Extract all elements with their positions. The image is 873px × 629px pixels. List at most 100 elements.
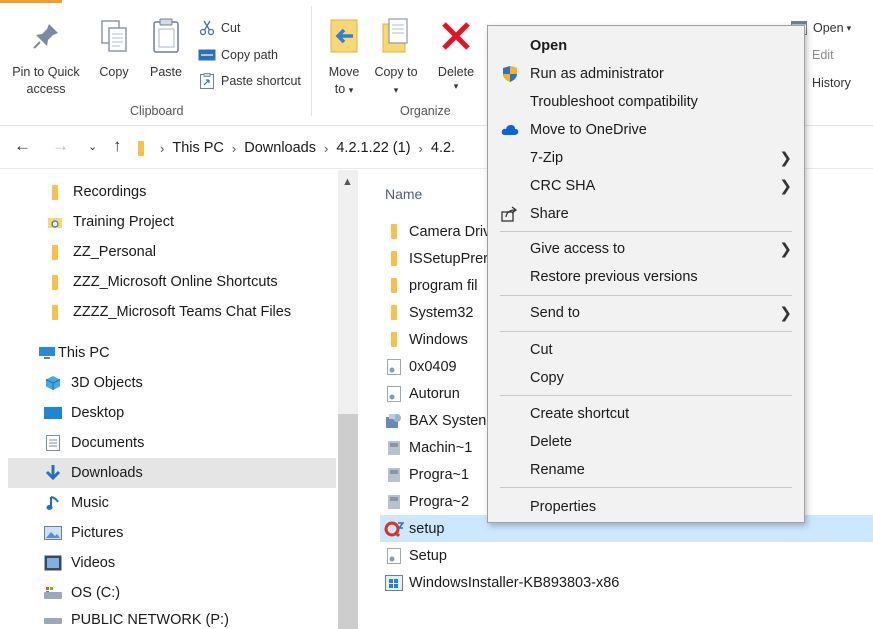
share-icon bbox=[500, 204, 520, 224]
menu-item-crc-sha[interactable]: CRC SHA ❯ bbox=[488, 172, 804, 200]
menu-item-label: Send to bbox=[530, 305, 580, 321]
forward-arrow-icon[interactable]: → bbox=[52, 136, 69, 156]
menu-separator bbox=[500, 487, 792, 488]
nav-item-teams-chat-files[interactable]: ZZZZ_Microsoft Teams Chat Files bbox=[8, 297, 336, 327]
paste-shortcut-button[interactable]: Paste shortcut bbox=[198, 70, 301, 92]
this-pc-icon bbox=[38, 344, 56, 362]
copy-button[interactable]: Copy bbox=[94, 14, 134, 81]
menu-item-restore-previous[interactable]: Restore previous versions bbox=[488, 263, 804, 291]
submenu-arrow-icon: ❯ bbox=[779, 150, 792, 167]
nav-scrollbar[interactable]: ▲ bbox=[338, 170, 358, 629]
folder-icon bbox=[384, 223, 404, 241]
group-divider bbox=[311, 6, 312, 116]
settings-file-icon bbox=[384, 358, 404, 376]
nav-item-pictures[interactable]: Pictures bbox=[8, 518, 336, 548]
menu-item-label: Properties bbox=[530, 499, 597, 515]
breadcrumb-this-pc[interactable]: This PC bbox=[172, 140, 224, 156]
nav-item-downloads[interactable]: Downloads bbox=[8, 458, 336, 488]
menu-item-create-shortcut[interactable]: Create shortcut bbox=[488, 400, 804, 428]
nav-item-os-drive[interactable]: OS (C:) bbox=[8, 578, 336, 608]
file-icon bbox=[384, 439, 404, 457]
nav-item-recordings[interactable]: Recordings bbox=[8, 177, 336, 207]
pin-to-quick-access-button[interactable]: Pin to Quick access bbox=[10, 14, 82, 98]
copy-label: Copy bbox=[99, 65, 129, 79]
breadcrumb-folder[interactable]: 4.2.1.22 (1) bbox=[336, 140, 410, 156]
copy-to-button[interactable]: Copy to ▾ bbox=[374, 14, 418, 99]
nav-item-training-project[interactable]: Training Project bbox=[8, 207, 336, 237]
menu-item-label: Run as administrator bbox=[530, 66, 664, 82]
nav-item-documents[interactable]: Documents bbox=[8, 428, 336, 458]
uac-shield-icon bbox=[500, 64, 520, 84]
copy-path-button[interactable]: Copy path bbox=[198, 44, 278, 66]
nav-item-label: Pictures bbox=[71, 525, 124, 541]
ribbon-tab-accent bbox=[0, 0, 62, 3]
menu-separator bbox=[500, 331, 792, 332]
nav-item-3d-objects[interactable]: 3D Objects bbox=[8, 368, 336, 398]
nav-item-label: Downloads bbox=[71, 465, 143, 481]
copy-to-text: Copy to bbox=[374, 65, 418, 79]
scroll-up-arrow-icon[interactable]: ▲ bbox=[342, 176, 353, 188]
nav-item-zz-personal[interactable]: ZZ_Personal bbox=[8, 237, 336, 267]
folder-icon bbox=[46, 183, 64, 201]
onedrive-cloud-icon bbox=[500, 120, 520, 140]
name-column-header[interactable]: Name bbox=[385, 186, 422, 202]
menu-item-troubleshoot[interactable]: Troubleshoot compatibility bbox=[488, 88, 804, 116]
menu-item-share[interactable]: Share bbox=[488, 200, 804, 228]
breadcrumb[interactable]: › This PC › Downloads › 4.2.1.22 (1) › 4… bbox=[138, 132, 455, 164]
delete-button[interactable]: Delete ▾ bbox=[432, 14, 480, 91]
pictures-icon bbox=[44, 524, 62, 542]
file-row-setup[interactable]: Setup bbox=[380, 542, 873, 569]
file-row-windowsinstaller[interactable]: WindowsInstaller-KB893803-x86 bbox=[380, 569, 873, 596]
shared-folder-icon bbox=[46, 213, 64, 231]
menu-item-cut[interactable]: Cut bbox=[488, 336, 804, 364]
file-name: BAX Systen bbox=[409, 412, 487, 429]
menu-item-move-to-onedrive[interactable]: Move to OneDrive bbox=[488, 116, 804, 144]
nav-item-desktop[interactable]: Desktop bbox=[8, 398, 336, 428]
menu-item-run-as-admin[interactable]: Run as administrator bbox=[488, 60, 804, 88]
menu-item-label: Create shortcut bbox=[530, 406, 630, 422]
scrollbar-thumb[interactable] bbox=[338, 414, 358, 629]
menu-item-label: Troubleshoot compatibility bbox=[530, 94, 698, 110]
edit-button[interactable]: Edit bbox=[812, 44, 834, 66]
menu-item-properties[interactable]: Properties bbox=[488, 493, 804, 521]
move-to-icon bbox=[326, 14, 362, 58]
menu-item-send-to[interactable]: Send to ❯ bbox=[488, 299, 804, 327]
copy-path-icon bbox=[198, 46, 216, 64]
menu-item-label: CRC SHA bbox=[530, 178, 596, 194]
nav-item-label: Documents bbox=[71, 435, 145, 451]
music-icon bbox=[44, 494, 62, 512]
history-button[interactable]: History bbox=[812, 72, 851, 94]
menu-item-give-access[interactable]: Give access to ❯ bbox=[488, 235, 804, 263]
move-to-button[interactable]: Move to ▾ bbox=[322, 14, 366, 99]
nav-item-public-network[interactable]: PUBLIC NETWORK (P:) bbox=[8, 608, 336, 629]
menu-item-rename[interactable]: Rename bbox=[488, 456, 804, 484]
organize-group-label: Organize bbox=[400, 104, 451, 118]
menu-item-7zip[interactable]: 7-Zip ❯ bbox=[488, 144, 804, 172]
file-icon bbox=[384, 466, 404, 484]
nav-item-label: Music bbox=[71, 495, 109, 511]
nav-item-label: ZZ_Personal bbox=[73, 244, 157, 260]
menu-item-label: Delete bbox=[530, 434, 572, 450]
menu-item-label: Rename bbox=[530, 462, 585, 478]
paste-button[interactable]: Paste bbox=[146, 14, 186, 81]
back-arrow-icon[interactable]: ← bbox=[14, 136, 31, 156]
drive-icon bbox=[44, 584, 62, 602]
menu-item-label: Open bbox=[530, 38, 568, 54]
breadcrumb-downloads[interactable]: Downloads bbox=[244, 140, 316, 156]
nav-item-music[interactable]: Music bbox=[8, 488, 336, 518]
recent-locations-chevron-icon[interactable]: ⌄ bbox=[88, 140, 97, 153]
network-drive-icon bbox=[44, 612, 62, 629]
submenu-arrow-icon: ❯ bbox=[779, 305, 792, 322]
menu-item-copy[interactable]: Copy bbox=[488, 364, 804, 392]
breadcrumb-subfolder[interactable]: 4.2. bbox=[431, 140, 455, 156]
menu-item-open[interactable]: Open bbox=[488, 32, 804, 60]
copy-to-icon bbox=[378, 14, 414, 58]
nav-item-online-shortcuts[interactable]: ZZZ_Microsoft Online Shortcuts bbox=[8, 267, 336, 297]
cut-button[interactable]: Cut bbox=[198, 17, 240, 39]
paste-shortcut-icon bbox=[198, 72, 216, 90]
folder-icon bbox=[384, 250, 404, 268]
nav-item-videos[interactable]: Videos bbox=[8, 548, 336, 578]
nav-item-this-pc[interactable]: This PC bbox=[8, 338, 336, 368]
menu-item-delete[interactable]: Delete bbox=[488, 428, 804, 456]
up-arrow-icon[interactable]: ↑ bbox=[113, 136, 122, 156]
